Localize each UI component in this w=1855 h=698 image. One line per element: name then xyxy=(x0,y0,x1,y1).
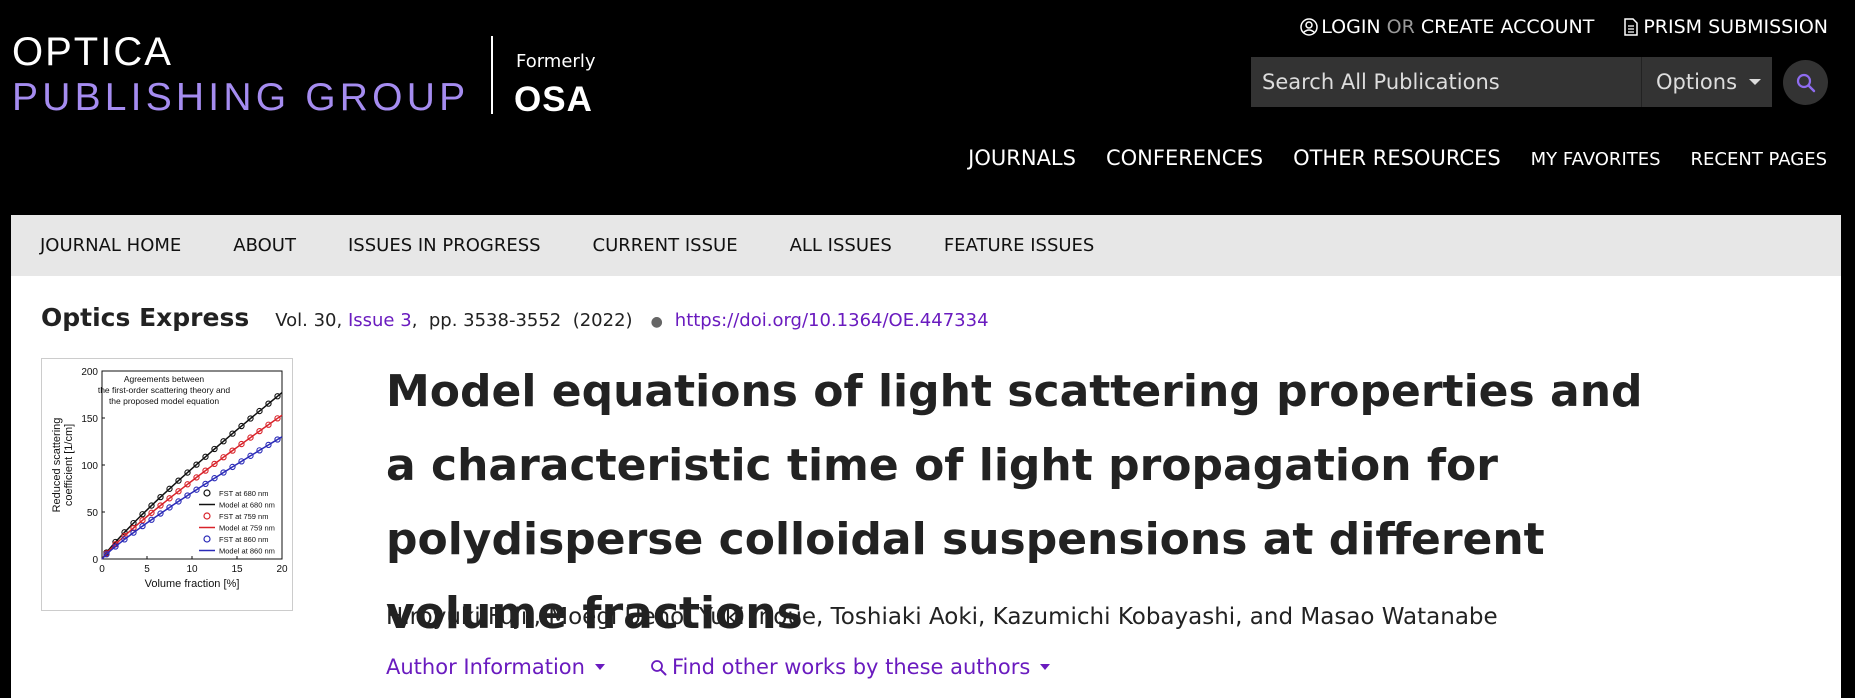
formerly-label: Formerly xyxy=(516,51,596,72)
x-tick-label: 15 xyxy=(231,564,243,575)
citation-line: Optics Express Vol. 30, Issue 3 , pp. 35… xyxy=(41,303,989,332)
prism-submission-link[interactable]: PRISM SUBMISSION xyxy=(1643,16,1828,38)
x-axis-label: Volume fraction [%] xyxy=(145,578,240,590)
logo-publishing-group[interactable]: PUBLISHING GROUP xyxy=(12,76,469,120)
search-icon xyxy=(651,659,667,675)
y-tick-label: 0 xyxy=(92,555,98,566)
doi-link[interactable]: https://doi.org/10.1364/OE.447334 xyxy=(675,310,989,331)
author-information-toggle[interactable]: Author Information xyxy=(386,655,585,679)
annotation-line: Agreements between xyxy=(124,374,205,384)
nav-my-favorites[interactable]: MY FAVORITES xyxy=(1531,149,1661,170)
nav-conferences[interactable]: CONFERENCES xyxy=(1106,146,1263,170)
y-tick-label: 200 xyxy=(81,367,98,378)
logo-optica[interactable]: OPTICA xyxy=(12,30,173,75)
options-label: Options xyxy=(1656,70,1738,94)
caret-down-icon xyxy=(1040,664,1051,670)
y-tick-label: 50 xyxy=(87,508,99,519)
search-button[interactable] xyxy=(1783,60,1828,105)
nav-journals[interactable]: JOURNALS xyxy=(968,146,1076,170)
bullet-separator: ● xyxy=(650,314,663,330)
volume: Vol. 30, xyxy=(275,310,343,331)
y-axis-label: Reduced scatteringcoefficient [1/cm] xyxy=(51,418,75,513)
legend-label: FST at 759 nm xyxy=(219,512,268,521)
annotation-line: the first-order scattering theory and xyxy=(98,385,231,395)
legend-label: Model at 680 nm xyxy=(219,501,275,510)
login-link[interactable]: LOGIN xyxy=(1321,16,1380,38)
account-links: LOGIN OR CREATE ACCOUNT PRISM SUBMISSION xyxy=(1300,16,1828,38)
y-tick-label: 150 xyxy=(81,414,98,425)
search-icon xyxy=(1796,73,1815,92)
x-tick-label: 10 xyxy=(186,564,198,575)
nav-recent-pages[interactable]: RECENT PAGES xyxy=(1691,149,1827,170)
user-circle-icon xyxy=(1300,18,1318,36)
x-tick-label: 5 xyxy=(144,564,150,575)
legend-marker xyxy=(203,489,211,497)
toc-figure[interactable]: 0 50 100 150 200 0 5 10 15 20 Volume fraction [%] R… xyxy=(41,358,293,611)
site-header: OPTICA PUBLISHING GROUP Formerly OSA LOG… xyxy=(0,0,1855,215)
issue-link[interactable]: Issue 3 xyxy=(348,310,412,331)
x-tick-label: 0 xyxy=(99,564,105,575)
nav-other-resources[interactable]: OTHER RESOURCES xyxy=(1293,146,1501,170)
legend-label: FST at 860 nm xyxy=(219,535,268,544)
document-icon xyxy=(1624,18,1639,36)
or-separator: OR xyxy=(1386,16,1415,38)
subnav-current-issue[interactable]: CURRENT ISSUE xyxy=(593,235,738,256)
journal-subnav: JOURNAL HOME ABOUT ISSUES IN PROGRESS CU… xyxy=(11,215,1841,276)
search-options-dropdown[interactable]: Options xyxy=(1641,57,1772,107)
subnav-issues-in-progress[interactable]: ISSUES IN PROGRESS xyxy=(348,235,541,256)
caret-down-icon xyxy=(594,664,605,670)
legend-marker xyxy=(203,512,211,520)
find-other-works-toggle[interactable]: Find other works by these authors xyxy=(672,655,1030,679)
logo-divider xyxy=(491,36,493,114)
author-links: Author Information Find other works by t… xyxy=(386,655,1051,679)
x-tick-label: 20 xyxy=(276,564,288,575)
legend-marker xyxy=(203,535,211,543)
legend-label: Model at 860 nm xyxy=(219,547,275,556)
legend-label: FST at 680 nm xyxy=(219,489,268,498)
caret-down-icon xyxy=(1749,79,1762,85)
subnav-journal-home[interactable]: JOURNAL HOME xyxy=(40,235,181,256)
search-input[interactable] xyxy=(1251,57,1641,107)
y-tick-label: 100 xyxy=(81,461,98,472)
pages-year: , pp. 3538-3552 (2022) xyxy=(411,310,633,331)
subnav-about[interactable]: ABOUT xyxy=(233,235,296,256)
content-panel: JOURNAL HOME ABOUT ISSUES IN PROGRESS CU… xyxy=(11,215,1841,698)
subnav-all-issues[interactable]: ALL ISSUES xyxy=(790,235,892,256)
legend-label: Model at 759 nm xyxy=(219,524,275,533)
osa-logo: OSA xyxy=(514,80,593,119)
create-account-link[interactable]: CREATE ACCOUNT xyxy=(1421,16,1595,38)
annotation-line: the proposed model equation xyxy=(109,396,219,406)
toc-figure-chart: 0 50 100 150 200 0 5 10 15 20 Volume fraction [%] R… xyxy=(51,367,288,590)
main-nav: JOURNALS CONFERENCES OTHER RESOURCES MY … xyxy=(938,146,1827,170)
author-list: Hiroyuki Fujii, Moegi Ueno, Yuki Inoue, … xyxy=(386,604,1498,630)
journal-name[interactable]: Optics Express xyxy=(41,303,249,332)
subnav-feature-issues[interactable]: FEATURE ISSUES xyxy=(944,235,1095,256)
